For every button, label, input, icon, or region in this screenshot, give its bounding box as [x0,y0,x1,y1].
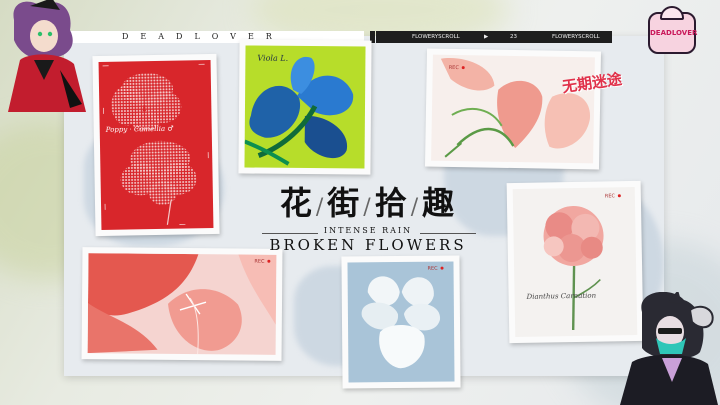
title-divider [262,233,318,234]
rec-label: REC [604,193,616,200]
card-violet-blue: Viola L. [238,39,372,175]
card-caption: Dianthus Carnation [526,291,597,301]
play-icon: ▶ [484,34,489,40]
bar-page: 23 [510,34,517,40]
scroll-bar: FLOWERYSCROLL ▶ 23 FLOWERYSCROLL [376,31,612,43]
chinese-title: 花/街/拾/趣 [279,184,457,222]
subtitle-large: BROKEN FLOWERS [269,236,467,254]
pansy-flower-image [361,276,440,369]
poppy-flower-image [87,253,277,355]
bar-label-left: FLOWERYSCROLL [412,34,460,40]
character-right-image [620,292,718,405]
character-left-image [8,0,86,112]
card-red-cosmos: Poppy · Camellia ♂ [92,53,220,237]
card-caption: Poppy · Camellia ♂ [105,124,174,134]
rec-label: REC [448,64,459,72]
title-divider [420,233,476,234]
event-title: 花/街/拾/趣 INTENSE RAIN BROKEN FLOWERS [258,178,478,254]
rec-label: REC [254,258,265,265]
card-white-pansy: REC [341,255,461,389]
violet-flower-image [244,56,354,166]
card-caption: Viola L. [257,53,289,63]
bar-label-right: FLOWERYSCROLL [552,34,600,40]
cosmos-flower-image [102,63,210,227]
card-pink-lisianthus: REC [424,48,602,170]
deadlover-logo: DEADLOVER [648,6,697,54]
card-red-poppy: REC [81,247,283,361]
rec-label: REC [427,265,438,272]
